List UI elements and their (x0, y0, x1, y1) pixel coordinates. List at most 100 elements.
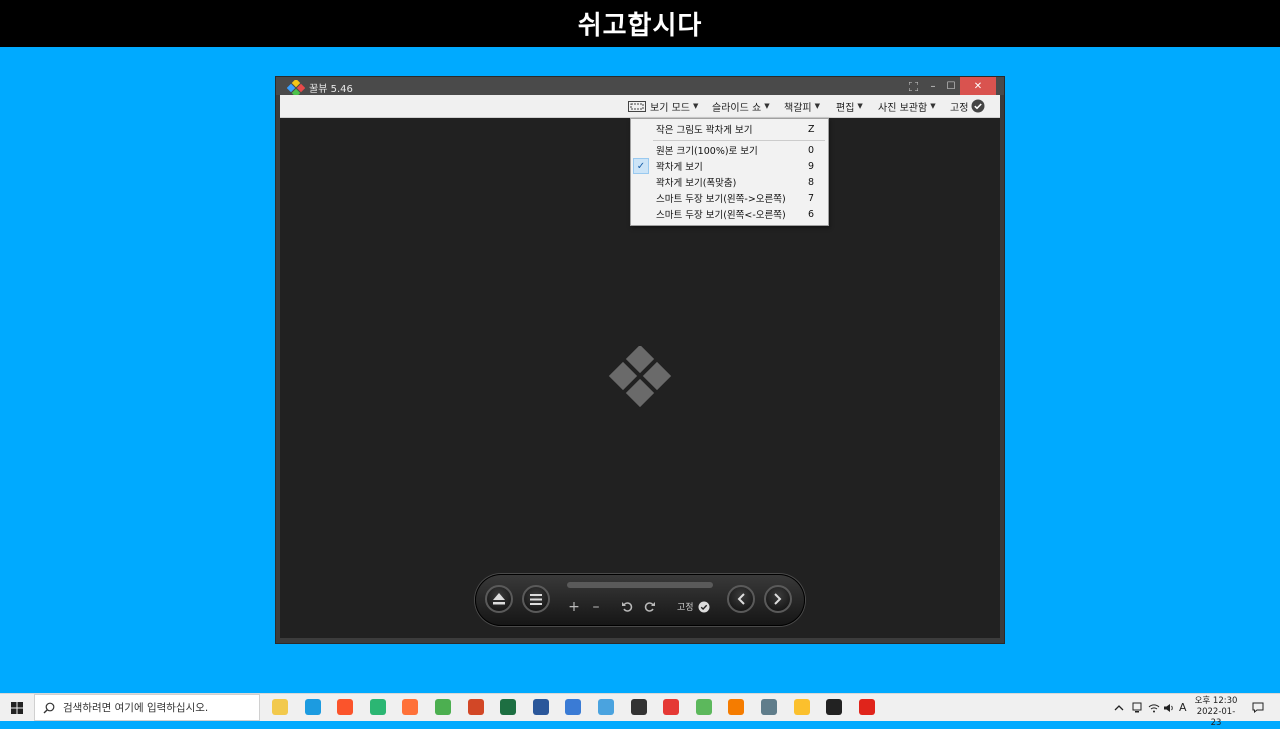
option-label: 원본 크기(100%)로 보기 (656, 146, 758, 157)
eject-icon (493, 593, 505, 605)
menu-slideshow-label: 슬라이드 쇼 (712, 102, 762, 114)
view-mode-dropdown: 작은 그림도 꽉차게 보기 Z 원본 크기(100%)로 보기 0 ✓ 꽉차게 … (630, 118, 829, 226)
menu-bookmark[interactable]: 책갈피 ▼ (784, 95, 820, 117)
menu-view-mode[interactable]: 보기 모드 ▼ (628, 95, 698, 117)
check-circle-icon (971, 99, 985, 113)
view-mode-icon (628, 100, 646, 112)
option-shortcut: Z (808, 123, 815, 135)
image-viewport[interactable]: 작은 그림도 꽉차게 보기 Z 원본 크기(100%)로 보기 0 ✓ 꽉차게 … (280, 118, 1000, 638)
checkmark-icon: ✓ (633, 158, 649, 174)
maximize-button[interactable]: ☐ (942, 77, 960, 95)
pin-toggle[interactable]: 고정 (677, 600, 710, 613)
previous-button[interactable] (727, 585, 755, 613)
fullscreen-icon (908, 81, 918, 91)
option-label: 꽉차게 보기(폭맞춤) (656, 178, 737, 189)
menu-option[interactable]: 스마트 두장 보기(왼쪽<-오른쪽) 6 (631, 206, 828, 222)
menu-option[interactable]: 스마트 두장 보기(왼쪽->오른쪽) 7 (631, 190, 828, 206)
menu-option[interactable]: 꽉차게 보기(폭맞춤) 8 (631, 174, 828, 190)
menu-divider (653, 140, 825, 141)
chevron-right-icon (774, 593, 782, 605)
title-bar[interactable]: 꿀뷰 5.46 – ☐ ✕ (276, 77, 1004, 98)
eject-button[interactable] (485, 585, 513, 613)
rotate-left-button[interactable] (620, 600, 634, 614)
tray-overflow-button[interactable] (1114, 694, 1124, 721)
chrome-icon[interactable] (435, 699, 451, 715)
download-icon[interactable] (696, 699, 712, 715)
notification-icon (1252, 702, 1264, 713)
clock[interactable]: 오후 12:30 2022-01-23 (1192, 696, 1240, 729)
menu-pin-label: 고정 (950, 102, 969, 114)
opera-icon[interactable] (859, 699, 875, 715)
ime-indicator[interactable]: A (1179, 694, 1187, 721)
rotate-right-button[interactable] (643, 600, 657, 614)
window-title: 꿀뷰 5.46 (309, 84, 353, 95)
menu-option[interactable]: 원본 크기(100%)로 보기 0 (631, 142, 828, 158)
chevron-down-icon: ▼ (857, 102, 863, 110)
remote-icon[interactable] (598, 699, 614, 715)
chevron-left-icon (737, 593, 745, 605)
tray-volume-button[interactable] (1163, 694, 1175, 721)
option-label: 꽉차게 보기 (656, 162, 703, 173)
search-app-icon[interactable] (631, 699, 647, 715)
option-label: 스마트 두장 보기(왼쪽->오른쪽) (656, 194, 786, 205)
tray-network-button[interactable] (1148, 694, 1160, 721)
progress-track[interactable] (567, 582, 713, 588)
chevron-up-icon (1114, 704, 1124, 710)
search-placeholder: 검색하려면 여기에 입력하십시오. (63, 702, 209, 714)
rotate-left-icon (622, 602, 633, 612)
clock-time: 오후 12:30 (1194, 696, 1238, 706)
firefox-icon[interactable] (402, 699, 418, 715)
notification-center-button[interactable] (1252, 694, 1264, 721)
file-explorer-icon[interactable] (272, 699, 288, 715)
option-label: 스마트 두장 보기(왼쪽<-오른쪽) (656, 210, 786, 221)
zoom-in-button[interactable]: + (567, 599, 581, 615)
taskbar: 검색하려면 여기에 입력하십시오. A 오후 12:30 2022-01-23 (0, 693, 1280, 728)
menu-photo-album-label: 사진 보관함 (878, 102, 928, 114)
powerpoint-icon[interactable] (468, 699, 484, 715)
option-shortcut: 6 (808, 208, 815, 220)
hamburger-icon (530, 593, 542, 605)
zoom-out-button[interactable]: – (589, 599, 603, 615)
playback-control-bar: + – 고정 (475, 574, 805, 626)
chrome-canary-icon[interactable] (794, 699, 810, 715)
windows-icon (11, 701, 23, 714)
calculator-icon[interactable] (761, 699, 777, 715)
vlc-icon[interactable] (728, 699, 744, 715)
brave-icon[interactable] (337, 699, 353, 715)
menu-option[interactable]: 작은 그림도 꽉차게 보기 Z (631, 121, 828, 137)
menu-bookmark-label: 책갈피 (784, 102, 812, 114)
honeyview-window: 꿀뷰 5.46 – ☐ ✕ 보기 모드 ▼ 슬라이드 쇼 ▼ 책갈피 ▼ 편집 … (276, 77, 1004, 643)
chevron-down-icon: ▼ (814, 102, 820, 110)
menu-slideshow[interactable]: 슬라이드 쇼 ▼ (712, 95, 770, 117)
menu-option-checked[interactable]: ✓ 꽉차게 보기 9 (631, 158, 828, 174)
se-icon[interactable] (663, 699, 679, 715)
tray-device-button[interactable] (1132, 694, 1142, 721)
close-button[interactable]: ✕ (960, 77, 996, 95)
option-shortcut: 8 (808, 176, 815, 188)
device-icon (1132, 702, 1142, 713)
wifi-icon (1148, 703, 1160, 712)
menu-bar: 보기 모드 ▼ 슬라이드 쇼 ▼ 책갈피 ▼ 편집 ▼ 사진 보관함 ▼ 고정 (280, 95, 1000, 118)
word-icon[interactable] (533, 699, 549, 715)
taskbar-search[interactable]: 검색하려면 여기에 입력하십시오. (34, 694, 260, 721)
hwp-icon[interactable] (565, 699, 581, 715)
edge-icon[interactable] (305, 699, 321, 715)
app-green-icon[interactable] (370, 699, 386, 715)
menu-edit[interactable]: 편집 ▼ (836, 95, 863, 117)
excel-icon[interactable] (500, 699, 516, 715)
next-button[interactable] (764, 585, 792, 613)
start-button[interactable] (0, 694, 34, 721)
menu-photo-album[interactable]: 사진 보관함 ▼ (878, 95, 936, 117)
menu-button[interactable] (522, 585, 550, 613)
honeyview-watermark-icon (608, 346, 672, 408)
banner-title: 쉬고합시다 (577, 11, 703, 41)
clock-date: 2022-01-23 (1196, 707, 1236, 728)
fullscreen-button[interactable] (904, 77, 922, 95)
search-icon (43, 702, 55, 713)
rotate-right-icon (644, 602, 655, 612)
menu-pin[interactable]: 고정 (950, 95, 985, 117)
sticky-notes-icon[interactable] (826, 699, 842, 715)
pin-label: 고정 (677, 603, 694, 613)
chevron-down-icon: ▼ (692, 102, 699, 110)
minimize-button[interactable]: – (924, 77, 942, 95)
